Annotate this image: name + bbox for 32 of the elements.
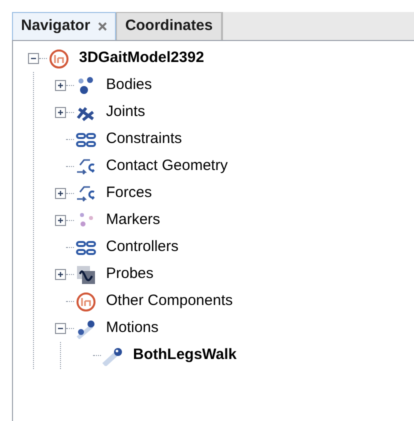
spheres-icon <box>76 76 96 96</box>
tree-item[interactable]: Markers <box>106 209 160 232</box>
tree-item[interactable]: Probes <box>106 263 154 286</box>
tree-item[interactable]: Joints <box>106 101 146 124</box>
probe-graph-icon <box>76 264 96 284</box>
chain-icon <box>75 240 97 256</box>
tree-item[interactable]: Motions <box>106 317 159 340</box>
tree-item[interactable]: Other Components <box>106 290 233 313</box>
expand-icon[interactable] <box>55 188 66 199</box>
tree-item[interactable]: Forces <box>106 182 152 205</box>
tree-item[interactable]: Controllers <box>106 236 179 259</box>
tree-item[interactable]: Constraints <box>106 128 182 151</box>
chain-icon <box>75 132 97 148</box>
tree-item[interactable]: Contact Geometry <box>106 155 228 178</box>
close-icon[interactable] <box>98 22 108 31</box>
arrow-hook-icon <box>75 184 97 204</box>
spheres-icon <box>75 318 97 338</box>
tree-item[interactable]: 3DGaitModel2392 <box>79 47 204 70</box>
arrow-hook-icon <box>75 156 97 176</box>
tab[interactable]: Navigator <box>12 12 116 40</box>
expand-icon[interactable] <box>55 215 66 226</box>
expand-icon[interactable] <box>55 269 66 280</box>
tab[interactable]: Coordinates <box>116 12 222 40</box>
logo-circle-icon <box>76 292 96 312</box>
expand-icon[interactable] <box>55 107 66 118</box>
collapse-icon[interactable] <box>28 53 39 64</box>
tree-item[interactable]: BothLegsWalk <box>133 344 237 367</box>
expand-icon[interactable] <box>55 80 66 91</box>
logo-circle-icon <box>49 48 69 68</box>
sphere-icon <box>102 346 124 366</box>
collapse-icon[interactable] <box>55 323 66 334</box>
tree-item[interactable]: Bodies <box>106 74 152 97</box>
